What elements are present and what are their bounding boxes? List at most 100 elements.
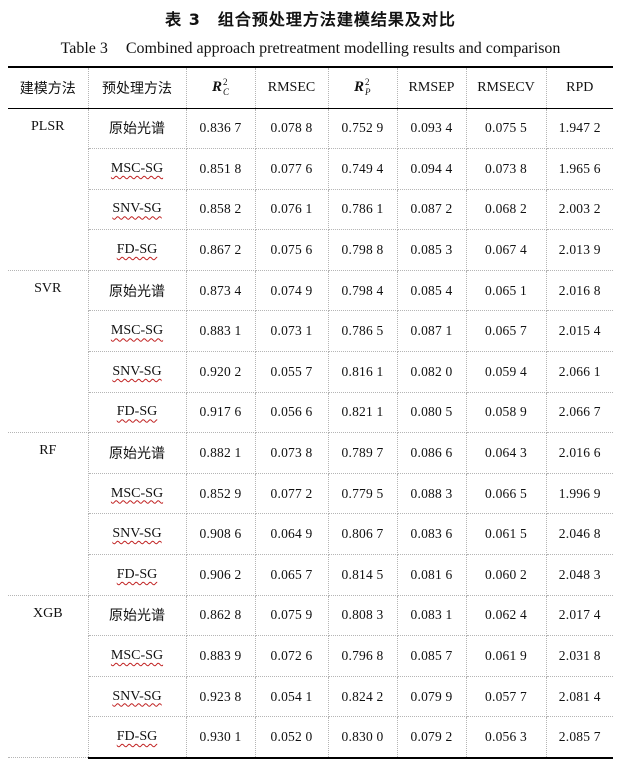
r2p-value: 0.821 1 bbox=[327, 392, 398, 434]
r2c-value: 0.851 8 bbox=[185, 148, 256, 190]
method-cell: MSC-SG bbox=[88, 635, 187, 677]
rpd-value: 2.046 8 bbox=[545, 513, 613, 556]
rmsec-value: 0.052 0 bbox=[254, 716, 329, 759]
r2p-value: 0.798 8 bbox=[327, 229, 398, 271]
method-cell: 原始光谱 bbox=[87, 108, 187, 150]
table-body: PLSR 原始光谱 0.836 7 0.078 8 0.752 9 0.093 4 0.07… bbox=[8, 108, 613, 759]
rmsecv-value: 0.062 4 bbox=[465, 595, 547, 637]
method-cell: SNV-SG bbox=[88, 189, 187, 231]
table-row: SNV-SG 0.858 2 0.076 1 0.786 1 0.087 2 0.068 … bbox=[8, 189, 613, 231]
rmsec-value: 0.073 1 bbox=[254, 310, 329, 353]
header-r2c: R2C bbox=[185, 66, 256, 109]
rmsep-value: 0.081 6 bbox=[396, 554, 467, 596]
r2p-value: 0.779 5 bbox=[327, 473, 398, 515]
r2c-value: 0.882 1 bbox=[185, 432, 256, 474]
r2c-value: 0.852 9 bbox=[185, 473, 256, 515]
rmsecv-value: 0.075 5 bbox=[465, 108, 547, 150]
rpd-value: 2.081 4 bbox=[545, 676, 613, 718]
header-rmsecv: RMSECV bbox=[465, 66, 547, 109]
table-caption-cn: 表 3 组合预处理方法建模结果及对比 bbox=[165, 10, 456, 29]
rmsep-value: 0.085 4 bbox=[396, 270, 467, 312]
rmsec-value: 0.074 9 bbox=[254, 270, 329, 312]
rpd-value: 2.016 6 bbox=[545, 432, 613, 474]
rmsep-value: 0.079 2 bbox=[396, 716, 467, 759]
rpd-value: 1.947 2 bbox=[545, 108, 613, 150]
table-row: MSC-SG 0.852 9 0.077 2 0.779 5 0.088 3 0.066 … bbox=[8, 473, 613, 515]
method-label: SNV-SG bbox=[112, 526, 162, 542]
method-cell: 原始光谱 bbox=[87, 432, 187, 474]
header-row: 建模方法 预处理方法 R2C RMSEC R2P RMSEP RMSECV RP… bbox=[8, 66, 613, 109]
rmsec-value: 0.077 2 bbox=[254, 473, 329, 515]
method-label: 原始光谱 bbox=[109, 608, 165, 625]
rmsep-value: 0.085 7 bbox=[396, 635, 467, 677]
method-label: 原始光谱 bbox=[109, 446, 165, 463]
method-label: 原始光谱 bbox=[109, 121, 165, 138]
rmsep-value: 0.082 0 bbox=[396, 351, 467, 393]
method-label: MSC-SG bbox=[110, 323, 164, 339]
model-cell: XGB bbox=[8, 595, 89, 759]
rpd-value: 2.031 8 bbox=[545, 635, 613, 677]
header-model: 建模方法 bbox=[8, 66, 89, 109]
rmsep-value: 0.083 6 bbox=[396, 513, 467, 556]
rpd-value: 2.085 7 bbox=[545, 716, 613, 759]
method-label: FD-SG bbox=[116, 242, 158, 258]
rpd-value: 2.015 4 bbox=[545, 310, 613, 353]
rmsecv-value: 0.065 1 bbox=[465, 270, 547, 312]
header-rmsec: RMSEC bbox=[254, 66, 329, 109]
method-label: FD-SG bbox=[116, 566, 158, 582]
table-row: SNV-SG 0.920 2 0.055 7 0.816 1 0.082 0 0.059 … bbox=[8, 351, 613, 393]
rmsec-value: 0.055 7 bbox=[254, 351, 329, 393]
rpd-value: 2.066 1 bbox=[545, 351, 613, 393]
r2p-value: 0.824 2 bbox=[327, 676, 398, 718]
r2c-value: 0.906 2 bbox=[185, 554, 256, 596]
table-row: XGB 原始光谱 0.862 8 0.075 9 0.808 3 0.083 1 0.062… bbox=[8, 595, 613, 759]
rmsec-value: 0.056 6 bbox=[254, 392, 329, 434]
method-cell: MSC-SG bbox=[88, 310, 187, 353]
r2p-value: 0.752 9 bbox=[327, 108, 398, 150]
rmsec-value: 0.078 8 bbox=[254, 108, 329, 150]
rmsecv-value: 0.064 3 bbox=[465, 432, 547, 474]
rpd-value: 1.996 9 bbox=[545, 473, 613, 515]
table-row: SVR 原始光谱 0.873 4 0.074 9 0.798 4 0.085 4 0.065… bbox=[8, 270, 613, 434]
table-row: MSC-SG 0.883 9 0.072 6 0.796 8 0.085 7 0.061 … bbox=[8, 635, 613, 677]
r2c-value: 0.908 6 bbox=[185, 513, 256, 556]
r2c-value: 0.883 9 bbox=[185, 635, 256, 677]
rmsep-value: 0.079 9 bbox=[396, 676, 467, 718]
rmsep-value: 0.093 4 bbox=[396, 108, 467, 150]
rmsec-value: 0.075 9 bbox=[254, 595, 329, 637]
r2p-value: 0.786 5 bbox=[327, 310, 398, 353]
rpd-value: 2.066 7 bbox=[545, 392, 613, 434]
rmsep-value: 0.085 3 bbox=[396, 229, 467, 271]
rpd-value: 2.048 3 bbox=[545, 554, 613, 596]
method-label: MSC-SG bbox=[110, 485, 164, 501]
method-label: MSC-SG bbox=[110, 160, 164, 176]
results-table: 建模方法 预处理方法 R2C RMSEC R2P RMSEP RMSECV RP… bbox=[8, 66, 613, 759]
rpd-value: 1.965 6 bbox=[545, 148, 613, 190]
r2p-value: 0.749 4 bbox=[327, 148, 398, 190]
rmsecv-value: 0.060 2 bbox=[465, 554, 547, 596]
r2c-value: 0.867 2 bbox=[185, 229, 256, 271]
table-row: FD-SG 0.867 2 0.075 6 0.798 8 0.085 3 0.067 4… bbox=[8, 229, 613, 271]
rmsep-value: 0.087 2 bbox=[396, 189, 467, 231]
rmsecv-value: 0.065 7 bbox=[465, 310, 547, 353]
method-cell: FD-SG bbox=[88, 554, 187, 596]
method-label: FD-SG bbox=[116, 404, 158, 420]
rpd-value: 2.017 4 bbox=[545, 595, 613, 637]
r2c-value: 0.930 1 bbox=[185, 716, 256, 759]
r2p-value: 0.789 7 bbox=[327, 432, 398, 474]
rmsep-value: 0.087 1 bbox=[396, 310, 467, 353]
method-label: FD-SG bbox=[116, 728, 158, 744]
rmsep-value: 0.086 6 bbox=[396, 432, 467, 474]
r2p-value: 0.796 8 bbox=[327, 635, 398, 677]
table-caption-en: Table 3 Combined approach pretreatment mo… bbox=[0, 40, 621, 58]
table-row: SNV-SG 0.908 6 0.064 9 0.806 7 0.083 6 0.061 … bbox=[8, 513, 613, 556]
rmsep-value: 0.094 4 bbox=[396, 148, 467, 190]
method-label: MSC-SG bbox=[110, 648, 164, 664]
method-cell: FD-SG bbox=[88, 716, 187, 759]
rmsep-value: 0.083 1 bbox=[396, 595, 467, 637]
header-method: 预处理方法 bbox=[87, 66, 187, 109]
rmsep-value: 0.088 3 bbox=[396, 473, 467, 515]
header-rpd: RPD bbox=[545, 66, 613, 109]
rpd-value: 2.003 2 bbox=[545, 189, 613, 231]
method-label: 原始光谱 bbox=[109, 283, 165, 300]
